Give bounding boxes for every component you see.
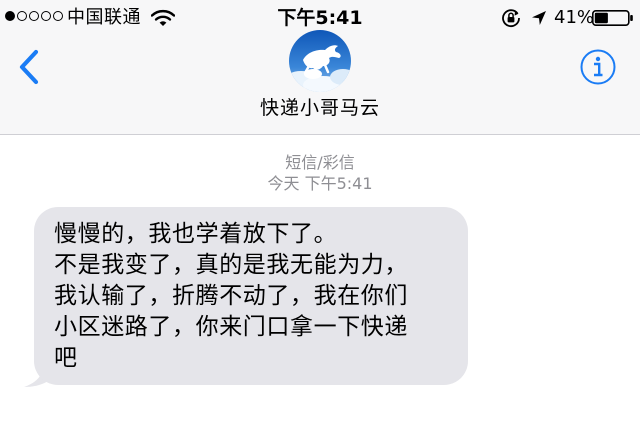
signal-dot xyxy=(41,11,51,21)
wifi-icon xyxy=(151,9,175,26)
battery-percent: 41% xyxy=(554,7,595,28)
contact-name[interactable]: 快递小哥马云 xyxy=(220,96,420,120)
contact-avatar[interactable] xyxy=(289,30,351,92)
carrier-name: 中国联通 xyxy=(67,7,141,28)
status-time: 下午5:41 xyxy=(277,7,363,29)
chevron-left-icon xyxy=(19,49,39,85)
battery-level-fill xyxy=(594,12,608,24)
battery-icon xyxy=(592,10,633,26)
signal-dot xyxy=(5,11,15,21)
message-type-label: 短信/彩信 xyxy=(285,153,355,172)
message-timestamp: 今天 下午5:41 xyxy=(267,174,373,193)
signal-dot xyxy=(29,11,39,21)
message-text: 慢慢的，我也学着放下了。 不是我变了，真的是我无能为力， 我认输了，折腾不动了，… xyxy=(54,221,408,371)
back-button[interactable] xyxy=(14,48,48,86)
signal-dot xyxy=(53,11,63,21)
rotation-lock-icon xyxy=(502,9,520,28)
cellular-signal-icon xyxy=(5,11,65,25)
header: 中国联通 下午5:41 41% 快递小哥马云 xyxy=(0,0,640,135)
incoming-message-bubble[interactable]: 慢慢的，我也学着放下了。 不是我变了，真的是我无能为力， 我认输了，折腾不动了，… xyxy=(34,207,468,385)
location-arrow-icon xyxy=(532,11,546,25)
signal-dot xyxy=(17,11,27,21)
sky-horse-avatar-image xyxy=(289,30,351,92)
info-icon xyxy=(580,49,616,85)
info-button[interactable] xyxy=(579,48,617,86)
